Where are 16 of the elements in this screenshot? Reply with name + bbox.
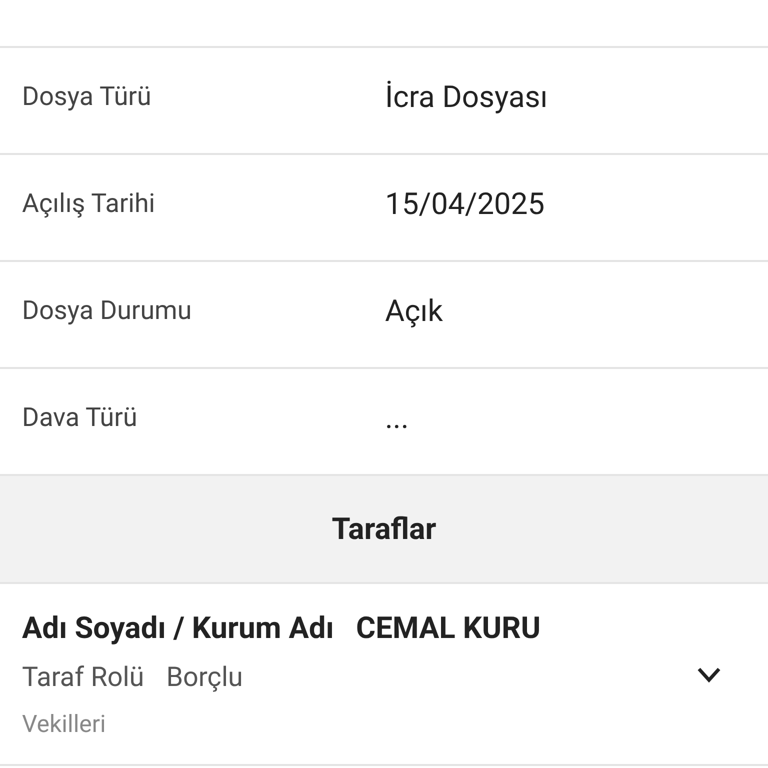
field-value: 15/04/2025 xyxy=(385,186,545,224)
chevron-icon[interactable] xyxy=(696,666,722,684)
field-value: ... xyxy=(385,400,409,438)
field-label: Dava Türü xyxy=(22,402,138,435)
name-value: CEMAL KURU xyxy=(356,610,541,648)
party-card[interactable]: Adı Soyadı / Kurum Adı CEMAL KURU Taraf Rolü Borçlu Vekilleri xyxy=(0,584,768,766)
role-label: Taraf Rolü xyxy=(22,660,144,695)
role-value: Borçlu xyxy=(166,660,243,695)
field-value: Açık xyxy=(385,293,443,331)
name-label: Adı Soyadı / Kurum Adı xyxy=(22,610,334,648)
section-header: Taraflar xyxy=(0,476,768,584)
field-value: İcra Dosyası xyxy=(385,79,548,117)
field-label: Dosya Türü xyxy=(22,81,152,114)
field-label: Açılış Tarihi xyxy=(22,188,156,221)
field-label: Dosya Durumu xyxy=(22,295,193,328)
lawyers-label: Vekilleri xyxy=(22,708,107,740)
